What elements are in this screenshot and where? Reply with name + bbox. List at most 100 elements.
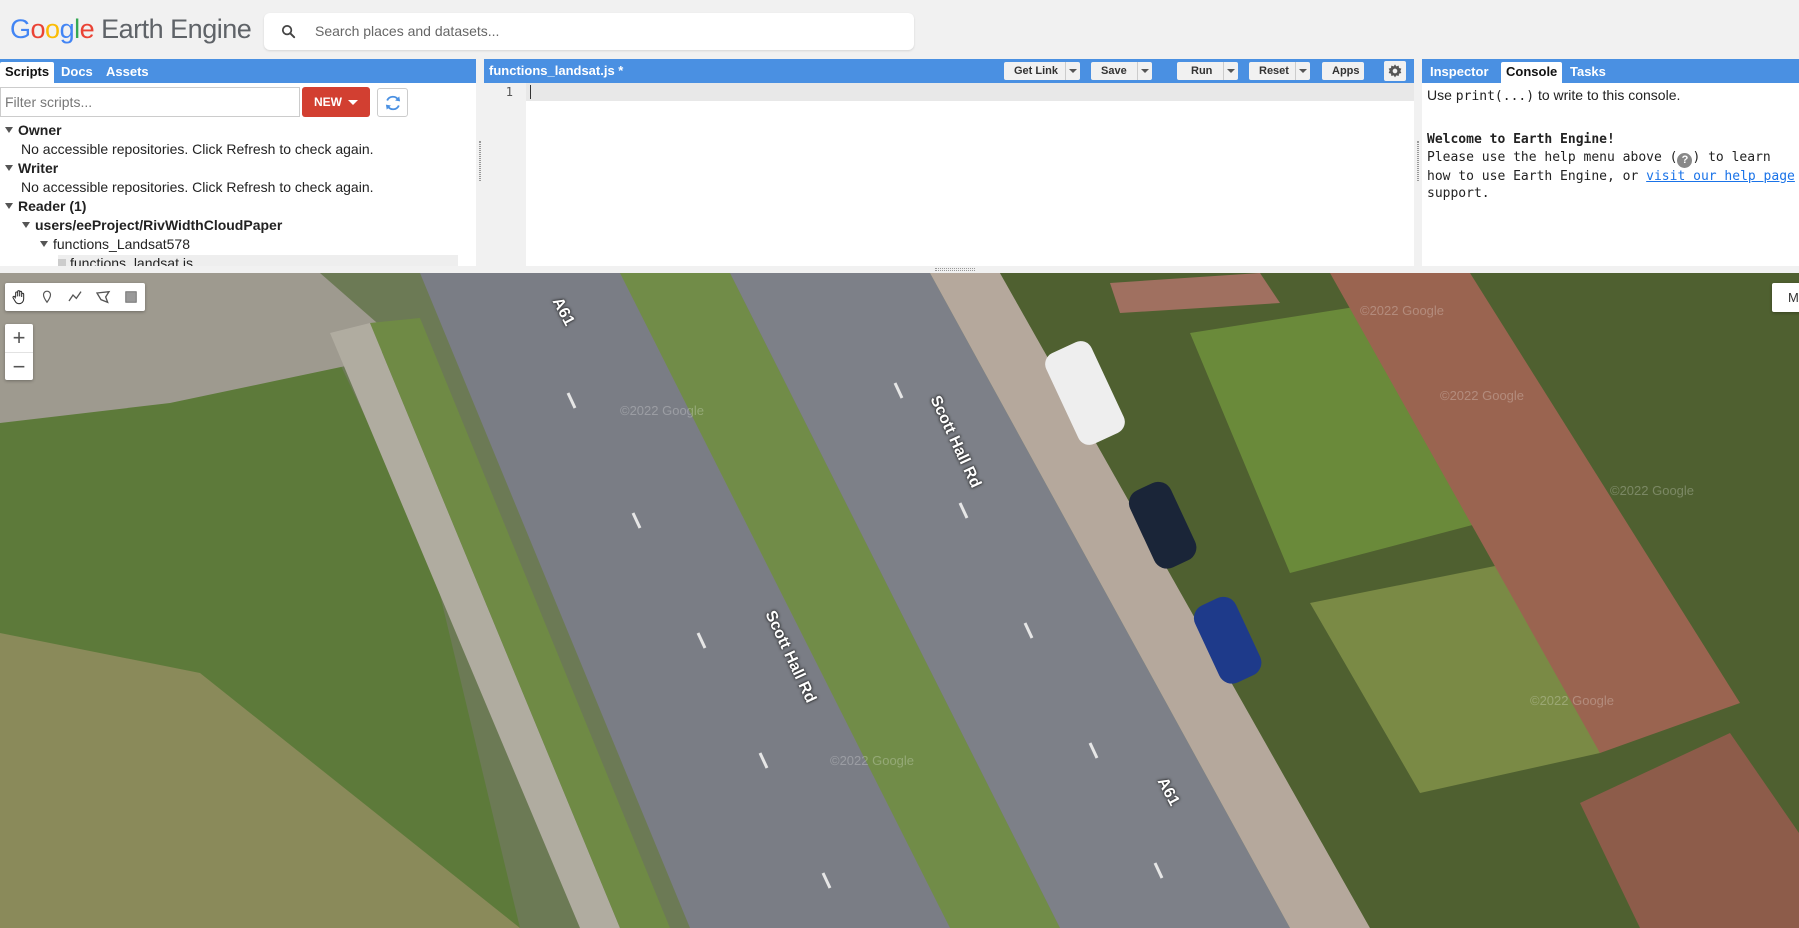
line-gutter: 1 [484,83,526,266]
save-label: Save [1101,65,1127,77]
expand-triangle-icon [22,222,30,228]
tree-node-label: Reader (1) [18,198,87,214]
reset-dropdown[interactable] [1295,62,1310,80]
drawing-toolbar [5,283,145,311]
expand-triangle-icon [5,203,13,209]
tree-node-label: functions_Landsat578 [53,236,190,252]
tab-scripts[interactable]: Scripts [0,62,55,83]
tree-node-repo[interactable]: users/eeProject/RivWidthCloudPaper [22,217,282,236]
panel-splitter[interactable] [1414,59,1422,266]
drag-handle [935,268,975,271]
zoom-in-button[interactable]: + [5,324,33,352]
save-button[interactable]: Save [1091,62,1152,80]
help-page-link[interactable]: visit our help page [1646,169,1795,184]
run-dropdown[interactable] [1223,62,1238,80]
zoom-out-button[interactable]: − [5,352,33,380]
point-tool-button[interactable] [33,283,61,311]
welcome-title: Welcome to Earth Engine! [1427,132,1615,147]
code-editor[interactable]: 1 [484,83,1414,266]
line-tool-button[interactable] [61,283,89,311]
refresh-button[interactable] [377,88,408,117]
reset-label: Reset [1259,65,1289,77]
file-icon [58,259,66,266]
earth-engine-logo[interactable]: Google Earth Engine [10,14,252,46]
reset-button[interactable]: Reset [1249,62,1310,80]
hand-icon [12,290,25,305]
tree-node-folder[interactable]: functions_Landsat578 [40,236,190,255]
settings-button[interactable] [1384,61,1406,81]
hint-text: Use [1427,87,1456,103]
rectangle-icon [125,291,137,303]
filter-row: Filter scripts... NEW [0,87,476,119]
satellite-imagery [0,273,1799,928]
gear-icon [1388,64,1402,78]
search-input[interactable]: Search places and datasets... [264,13,914,50]
tree-node-reader[interactable]: Reader (1) [5,198,86,217]
logo-letter: G [10,14,31,44]
search-placeholder: Search places and datasets... [315,23,500,39]
help-icon: ? [1677,152,1693,168]
tab-assets[interactable]: Assets [101,62,154,83]
tree-node-writer[interactable]: Writer [5,160,58,179]
logo-letter: g [59,14,75,44]
top-header: Google Earth Engine Search places and da… [0,0,1799,58]
save-dropdown[interactable] [1137,62,1152,80]
logo-product-name: Earth Engine [101,14,252,44]
pan-tool-button[interactable] [5,283,33,311]
welcome-line: support. [1427,186,1490,201]
drag-handle [1417,141,1419,181]
hint-text: to write to this console. [1534,87,1681,103]
expand-triangle-icon [5,127,13,133]
zoom-control: + − [5,324,33,380]
scripts-panel: Scripts Docs Assets Filter scripts... NE… [0,59,476,266]
filter-scripts-input[interactable]: Filter scripts... [0,87,300,117]
console-panel: Inspector Console Tasks Use print(...) t… [1422,59,1799,266]
rectangle-tool-button[interactable] [117,283,145,311]
logo-letter: e [79,14,95,44]
map-watermark: ©2022 Google [1440,388,1525,403]
panel-splitter[interactable] [476,59,484,266]
tree-node-label: Writer [18,160,59,176]
chevron-down-icon [1069,69,1077,73]
map-watermark: ©2022 Google [1610,483,1695,498]
chevron-down-icon [1141,69,1149,73]
run-button[interactable]: Run [1177,62,1238,80]
chevron-down-icon [1299,69,1307,73]
tree-node-label: users/eeProject/RivWidthCloudPaper [35,217,283,233]
get-link-dropdown[interactable] [1065,62,1080,80]
expand-triangle-icon [40,241,48,247]
console-output: Use print(...) to write to this console.… [1422,83,1799,266]
tab-inspector[interactable]: Inspector [1425,62,1494,83]
polygon-tool-button[interactable] [89,283,117,311]
console-hint: Use print(...) to write to this console. [1427,87,1680,104]
tab-console[interactable]: Console [1501,62,1563,83]
marker-icon [42,290,52,304]
tree-node-owner[interactable]: Owner [5,122,62,141]
tree-node-file[interactable]: functions_landsat.js [58,255,458,266]
welcome-line: Please use the help menu above (?) to le… [1427,149,1795,168]
map-watermark: ©2022 Google [830,753,915,768]
polyline-icon [68,291,82,302]
apps-button[interactable]: Apps [1322,62,1364,80]
map-splitter[interactable] [0,266,1799,273]
welcome-message: Welcome to Earth Engine! Please use the … [1427,131,1795,203]
right-tabbar: Inspector Console Tasks [1422,59,1799,83]
tab-docs[interactable]: Docs [56,62,98,83]
logo-letter: o [45,14,60,44]
welcome-line: how to use Earth Engine, or visit our he… [1427,168,1795,186]
tree-node-label: functions_landsat.js [70,255,193,266]
left-tabbar: Scripts Docs Assets [0,59,476,83]
tab-tasks[interactable]: Tasks [1565,62,1611,83]
run-label: Run [1191,65,1213,77]
map-watermark: ©2022 Google [620,403,705,418]
new-button[interactable]: NEW [302,87,370,117]
text-cursor [530,85,531,99]
map-type-button[interactable]: M [1772,283,1799,312]
map-view[interactable]: A61 Scott Hall Rd Scott Hall Rd A61 ©202… [0,273,1799,928]
get-link-button[interactable]: Get Link [1004,62,1080,80]
code-toolbar: functions_landsat.js * Get Link Save Run… [484,59,1414,83]
expand-triangle-icon [5,165,13,171]
drag-handle [479,141,481,181]
tree-empty-message: No accessible repositories. Click Refres… [21,141,374,157]
refresh-icon [385,95,400,110]
